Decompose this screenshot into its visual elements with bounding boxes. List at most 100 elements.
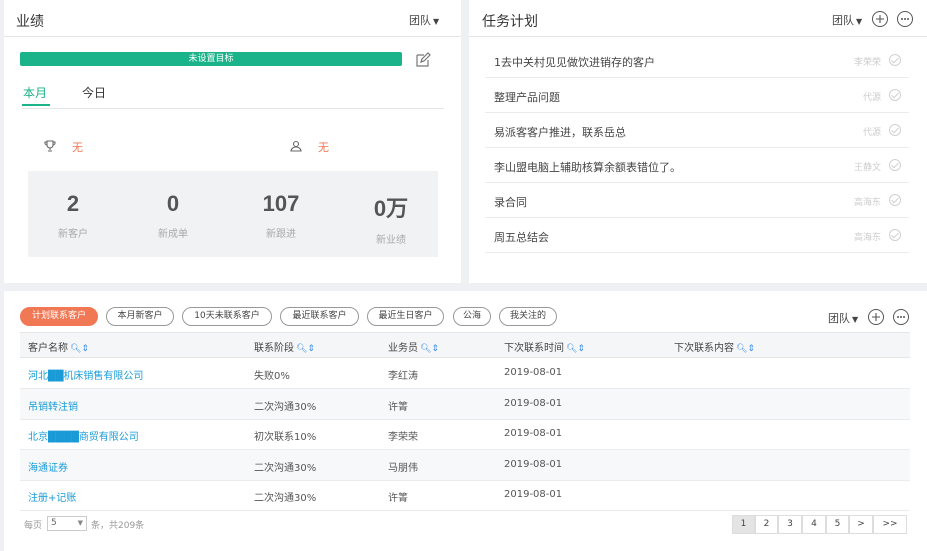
table-cell-next-time: 2019-08-01 bbox=[504, 428, 563, 439]
search-sort-icon[interactable]: 🔍︎⇕ bbox=[70, 344, 89, 354]
task-item[interactable]: 1去中关村见见做饮进销存的客户 李荣荣 bbox=[485, 43, 909, 78]
task-text[interactable]: 李山盟电脑上辅助核算余额表错位了。 bbox=[494, 159, 681, 175]
customer-name-link[interactable]: 河北██机床销售有限公司 bbox=[28, 367, 143, 382]
filter-chip[interactable]: 我关注的 bbox=[499, 307, 557, 326]
table-cell-next-time: 2019-08-01 bbox=[504, 367, 563, 378]
add-customer-icon[interactable] bbox=[868, 309, 884, 325]
page-button[interactable]: >> bbox=[873, 515, 907, 534]
check-circle-icon[interactable] bbox=[889, 54, 901, 66]
page-button[interactable]: 5 bbox=[826, 515, 849, 534]
table-row[interactable]: 北京████商贸有限公司 初次联系10% 李荣荣 2019-08-01 bbox=[20, 419, 910, 450]
tab-divider bbox=[22, 108, 444, 109]
month-rank-value: 无 bbox=[72, 141, 83, 154]
page-button[interactable]: 2 bbox=[755, 515, 778, 534]
metric-new-revenue: 0万 新业绩 bbox=[346, 191, 436, 246]
add-task-icon[interactable] bbox=[872, 11, 888, 27]
table-header: 客户名称 🔍︎⇕ 联系阶段 🔍︎⇕ 业务员 🔍︎⇕ 下次联系时间 🔍︎⇕ 下次联系内容 🔍… bbox=[20, 332, 910, 358]
check-circle-icon[interactable] bbox=[889, 124, 901, 136]
table-row[interactable]: 注册+记账 二次沟通30% 许箐 2019-08-01 bbox=[20, 480, 910, 511]
filter-chip[interactable]: 最近联系客户 bbox=[280, 307, 359, 326]
column-header-stage[interactable]: 联系阶段 🔍︎⇕ bbox=[254, 339, 315, 354]
task-text[interactable]: 1去中关村见见做饮进销存的客户 bbox=[494, 54, 655, 70]
task-item[interactable]: 周五总结会 高海东 bbox=[485, 218, 909, 253]
metric-value: 2 bbox=[66, 191, 80, 216]
table-cell-rep: 许箐 bbox=[388, 493, 408, 504]
page-button[interactable]: 4 bbox=[802, 515, 826, 534]
search-sort-icon[interactable]: 🔍︎⇕ bbox=[566, 344, 585, 354]
task-item[interactable]: 易派客客户推进，联系岳总 代源 bbox=[485, 113, 909, 148]
more-icon[interactable] bbox=[893, 309, 909, 325]
divider bbox=[4, 36, 461, 37]
performance-team-dropdown[interactable]: 团队 ▼ bbox=[409, 12, 439, 28]
table-cell-next-time: 2019-08-01 bbox=[504, 458, 563, 470]
column-header-next-time[interactable]: 下次联系时间 🔍︎⇕ bbox=[504, 339, 585, 354]
team-dropdown-label: 团队 bbox=[832, 14, 854, 27]
tab-this-month[interactable]: 本月 bbox=[23, 84, 47, 101]
edit-icon[interactable] bbox=[415, 52, 431, 68]
task-text[interactable]: 周五总结会 bbox=[494, 229, 549, 245]
column-header-label: 联系阶段 bbox=[254, 343, 294, 354]
chevron-down-icon: ▼ bbox=[77, 519, 83, 527]
filter-chip[interactable]: 最近生日客户 bbox=[367, 307, 444, 326]
metric-label: 新业绩 bbox=[376, 235, 406, 246]
metric-new-followups: 107 新跟进 bbox=[236, 191, 326, 240]
task-item[interactable]: 整理产品问题 代源 bbox=[485, 78, 909, 113]
per-page-select[interactable]: 5 ▼ bbox=[47, 516, 87, 531]
more-icon[interactable] bbox=[897, 11, 913, 27]
filter-chip[interactable]: 10天未联系客户 bbox=[182, 307, 272, 326]
table-cell-stage: 二次沟通30% bbox=[254, 493, 317, 504]
metric-new-customers: 2 新客户 bbox=[28, 191, 118, 240]
page-button[interactable]: 3 bbox=[778, 515, 802, 534]
task-owner: 高海东 bbox=[853, 198, 881, 208]
check-circle-icon[interactable] bbox=[889, 194, 901, 206]
search-sort-icon[interactable]: 🔍︎⇕ bbox=[296, 344, 315, 354]
task-item[interactable]: 李山盟电脑上辅助核算余额表错位了。 王静文 bbox=[485, 148, 909, 183]
page-button[interactable]: > bbox=[849, 515, 873, 534]
metric-value: 107 bbox=[262, 191, 300, 216]
task-text[interactable]: 整理产品问题 bbox=[494, 89, 560, 105]
tasks-title: 任务计划 bbox=[482, 14, 538, 30]
table-row[interactable]: 河北██机床销售有限公司 失败0% 李红涛 2019-08-01 bbox=[20, 358, 910, 389]
table-cell-stage: 二次沟通30% bbox=[254, 401, 317, 413]
table-cell-rep: 李红涛 bbox=[388, 371, 418, 382]
filter-chip[interactable]: 公海 bbox=[453, 307, 491, 326]
table-row[interactable]: 海通证券 二次沟通30% 马朋伟 2019-08-01 bbox=[20, 449, 910, 481]
tab-today[interactable]: 今日 bbox=[82, 84, 106, 101]
customer-name-link[interactable]: 吊销转注销 bbox=[28, 398, 78, 413]
filter-chip[interactable]: 计划联系客户 bbox=[20, 307, 98, 326]
customer-name-link[interactable]: 海通证券 bbox=[28, 459, 68, 474]
column-header-rep[interactable]: 业务员 🔍︎⇕ bbox=[388, 339, 439, 354]
customers-team-dropdown[interactable]: 团队 ▼ bbox=[828, 310, 858, 326]
table-row[interactable]: 吊销转注销 二次沟通30% 许箐 2019-08-01 bbox=[20, 388, 910, 420]
filter-chip[interactable]: 本月新客户 bbox=[106, 307, 174, 326]
task-item[interactable]: 录合同 高海东 bbox=[485, 183, 909, 218]
search-sort-icon[interactable]: 🔍︎⇕ bbox=[420, 344, 439, 354]
customer-name-link[interactable]: 注册+记账 bbox=[28, 489, 76, 504]
column-header-next-content[interactable]: 下次联系内容 🔍︎⇕ bbox=[674, 339, 755, 354]
check-circle-icon[interactable] bbox=[889, 229, 901, 241]
performance-panel: 业绩 团队 ▼ 未设置目标 本月 今日 无 无 2 新客户 0 新成单 107 新… bbox=[4, 0, 461, 283]
customer-name-link[interactable]: 北京████商贸有限公司 bbox=[28, 428, 139, 443]
check-circle-icon[interactable] bbox=[889, 159, 901, 171]
goal-banner[interactable]: 未设置目标 bbox=[20, 52, 402, 66]
column-header-name[interactable]: 客户名称 🔍︎⇕ bbox=[28, 339, 89, 354]
metric-value: 0 bbox=[166, 191, 180, 216]
task-owner: 代源 bbox=[862, 128, 881, 138]
task-text[interactable]: 录合同 bbox=[494, 194, 527, 210]
column-header-label: 业务员 bbox=[388, 343, 418, 354]
per-page-prefix: 每页 bbox=[24, 521, 43, 531]
metric-label: 新客户 bbox=[58, 229, 88, 240]
trophy-icon bbox=[43, 138, 57, 152]
table-cell-rep: 李荣荣 bbox=[388, 432, 418, 443]
page-button[interactable]: 1 bbox=[732, 515, 755, 534]
column-header-label: 下次联系内容 bbox=[674, 343, 734, 354]
tasks-team-dropdown[interactable]: 团队 ▼ bbox=[832, 12, 862, 28]
table-cell-stage: 二次沟通30% bbox=[254, 462, 317, 474]
pagination-summary: 条，共209条 bbox=[91, 521, 145, 531]
metric-label: 新跟进 bbox=[266, 229, 296, 240]
search-sort-icon[interactable]: 🔍︎⇕ bbox=[736, 344, 755, 354]
column-header-label: 客户名称 bbox=[28, 343, 68, 354]
task-text[interactable]: 易派客客户推进，联系岳总 bbox=[494, 124, 626, 140]
check-circle-icon[interactable] bbox=[889, 89, 901, 101]
table-cell-rep: 许箐 bbox=[388, 401, 408, 413]
